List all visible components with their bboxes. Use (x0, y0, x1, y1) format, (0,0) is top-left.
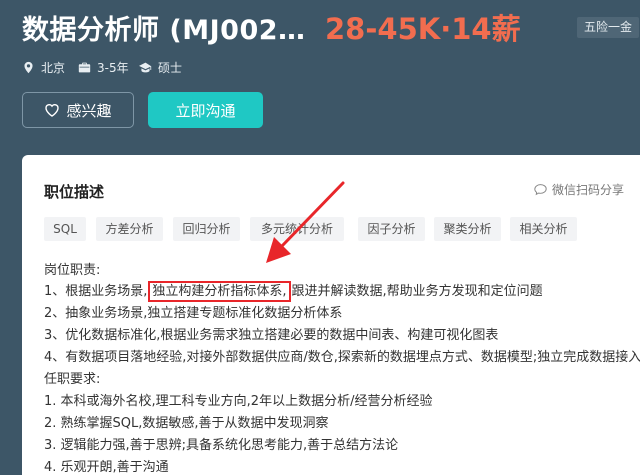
job-title: 数据分析师 (MJ002… (22, 15, 306, 46)
wechat-share[interactable]: 微信扫码分享 (534, 181, 624, 198)
skill-tag[interactable]: SQL (44, 217, 86, 241)
location-text: 北京 (41, 60, 66, 75)
job-header: 数据分析师 (MJ002… 28-45K·14薪 五险一金 北京 3-5年 硕士… (0, 0, 640, 152)
skill-tag[interactable]: 因子分析 (358, 217, 425, 241)
section-heading-requirements: 任职要求: (44, 372, 101, 387)
highlighted-phrase: 独立构建分析指标体系, (148, 281, 291, 302)
requirement-line-4: 4. 乐观开朗,善于沟通 (44, 460, 169, 475)
heart-icon (45, 104, 60, 117)
salary: 28-45K·14薪 (325, 12, 521, 46)
duty-line-2: 2、抽象业务场景,独立搭建专题标准化数据分析体系 (44, 306, 343, 321)
job-description-card: 职位描述 微信扫码分享 SQL 方差分析 回归分析 多元统计分析 因子分析 聚类… (22, 155, 640, 475)
location-meta: 北京 (22, 58, 65, 76)
graduation-cap-icon (139, 62, 152, 72)
share-label: 微信扫码分享 (552, 183, 625, 197)
experience-meta: 3-5年 (78, 58, 129, 76)
duty-line-4: 4、有数据项目落地经验,对接外部数据供应商/数仓,探索新的数据埋点方式、数据模型… (44, 350, 640, 365)
education-meta: 硕士 (139, 58, 182, 76)
education-text: 硕士 (158, 60, 183, 75)
interest-button-label: 感兴趣 (66, 101, 112, 120)
chat-now-button[interactable]: 立即沟通 (148, 92, 263, 128)
experience-text: 3-5年 (97, 60, 129, 75)
briefcase-icon (78, 62, 91, 72)
requirement-line-1: 1. 本科或海外名校,理工科专业方向,2年以上数据分析/经营分析经验 (44, 394, 433, 409)
benefit-badge: 五险一金 (577, 17, 640, 38)
requirement-line-3: 3. 逻辑能力强,善于思辨;具备系统化思考能力,善于总结方法论 (44, 438, 399, 453)
duty-line-1-prefix: 1、根据业务场景, (44, 284, 148, 299)
duty-line-1-suffix: 跟进并解读数据,帮助业务方发现和定位问题 (291, 284, 543, 299)
location-pin-icon (24, 61, 33, 73)
section-heading-duties: 岗位职责: (44, 263, 101, 278)
chat-bubble-icon (534, 184, 547, 196)
requirement-line-2: 2. 熟练掌握SQL,数据敏感,善于从数据中发现洞察 (44, 416, 329, 431)
duty-line-1: 1、根据业务场景, 独立构建分析指标体系, 跟进并解读数据,帮助业务方发现和定位问题 (44, 280, 543, 302)
duty-line-3: 3、优化数据标准化,根据业务需求独立搭建必要的数据中间表、构建可视化图表 (44, 328, 499, 343)
skill-tag[interactable]: 相关分析 (510, 217, 577, 241)
skill-tag[interactable]: 回归分析 (173, 217, 240, 241)
section-title: 职位描述 (44, 183, 105, 201)
skill-tag[interactable]: 方差分析 (96, 217, 163, 241)
interest-button[interactable]: 感兴趣 (22, 92, 134, 128)
skill-tag[interactable]: 多元统计分析 (250, 217, 344, 241)
skill-tag[interactable]: 聚类分析 (434, 217, 501, 241)
